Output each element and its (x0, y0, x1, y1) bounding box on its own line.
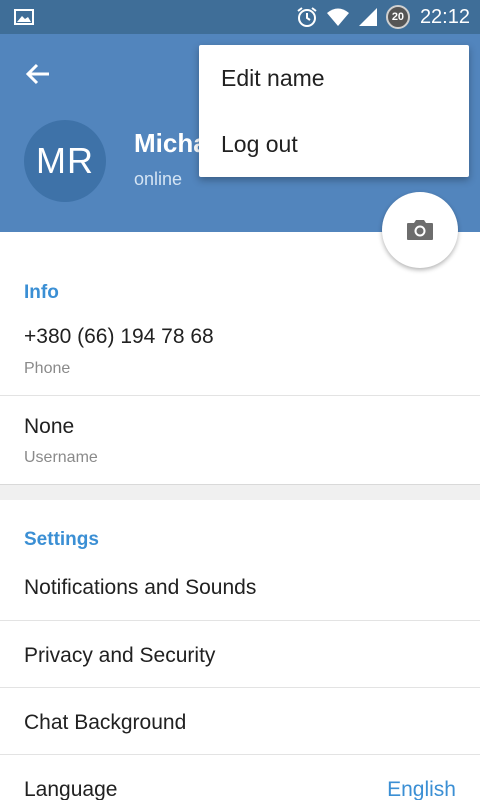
back-button[interactable] (20, 56, 56, 92)
settings-item-chat-background[interactable]: Chat Background (24, 711, 186, 735)
divider (0, 395, 480, 396)
divider (0, 620, 480, 621)
menu-item-label: Log out (221, 130, 298, 157)
username-value: None (24, 415, 75, 438)
profile-status: online (134, 169, 183, 189)
image-icon (14, 9, 34, 25)
set-photo-button[interactable] (382, 192, 458, 268)
section-separator (0, 484, 480, 500)
avatar[interactable]: MR (24, 120, 106, 202)
status-time: 22:12 (419, 5, 470, 28)
settings-section-title: Settings (24, 529, 99, 550)
language-label: Language (24, 778, 118, 800)
battery-level: 20 (391, 11, 405, 23)
phone-label: Phone (24, 360, 71, 377)
settings-item-privacy[interactable]: Privacy and Security (24, 644, 215, 668)
username-label: Username (24, 449, 98, 466)
overflow-menu: Edit name Log out (199, 45, 469, 177)
battery-icon: 20 (385, 5, 410, 29)
menu-item-edit-name[interactable]: Edit name (199, 45, 469, 111)
settings-item-notifications[interactable]: Notifications and Sounds (24, 576, 256, 600)
camera-icon (407, 220, 433, 240)
info-section-title: Info (24, 282, 59, 303)
signal-icon (358, 8, 377, 26)
arrow-back-icon (25, 63, 49, 85)
language-value: English (387, 778, 456, 800)
divider (0, 687, 480, 688)
alarm-icon (297, 7, 317, 27)
menu-item-log-out[interactable]: Log out (199, 111, 469, 177)
phone-value: +380 (66) 194 78 68 (24, 325, 214, 348)
wifi-icon (326, 8, 349, 26)
menu-item-label: Edit name (221, 64, 325, 91)
status-bar: 20 22:12 (0, 0, 480, 34)
divider (0, 754, 480, 755)
profile-name: Micha (134, 128, 208, 158)
avatar-initials: MR (36, 140, 94, 181)
